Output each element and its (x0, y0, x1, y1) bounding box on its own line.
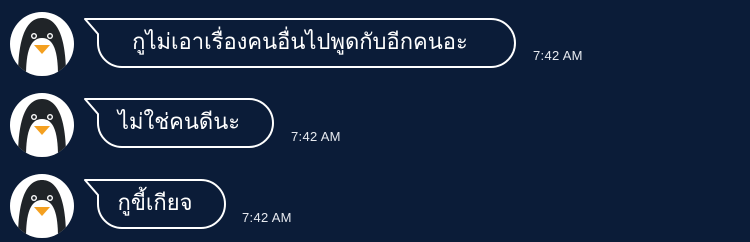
message-timestamp: 7:42 AM (291, 129, 341, 144)
message-bubble[interactable]: ไม่ใช่คนดีนะ (84, 98, 274, 148)
penguin-avatar-icon[interactable] (10, 93, 74, 157)
penguin-avatar-icon[interactable] (10, 12, 74, 76)
message-text: กูไม่เอาเรื่องคนอื่นไปพูดกับอีกคนอะ (132, 30, 468, 55)
chat-thread: กูไม่เอาเรื่องคนอื่นไปพูดกับอีกคนอะ 7:42… (0, 0, 750, 242)
penguin-avatar-icon[interactable] (10, 174, 74, 238)
message-bubble[interactable]: กูไม่เอาเรื่องคนอื่นไปพูดกับอีกคนอะ (84, 18, 516, 68)
message-timestamp: 7:42 AM (533, 48, 583, 63)
message-text: กูขี้เกียจ (117, 191, 193, 216)
message-text: ไม่ใช่คนดีนะ (117, 110, 241, 135)
message-bubble[interactable]: กูขี้เกียจ (84, 179, 226, 229)
message-timestamp: 7:42 AM (242, 210, 292, 225)
